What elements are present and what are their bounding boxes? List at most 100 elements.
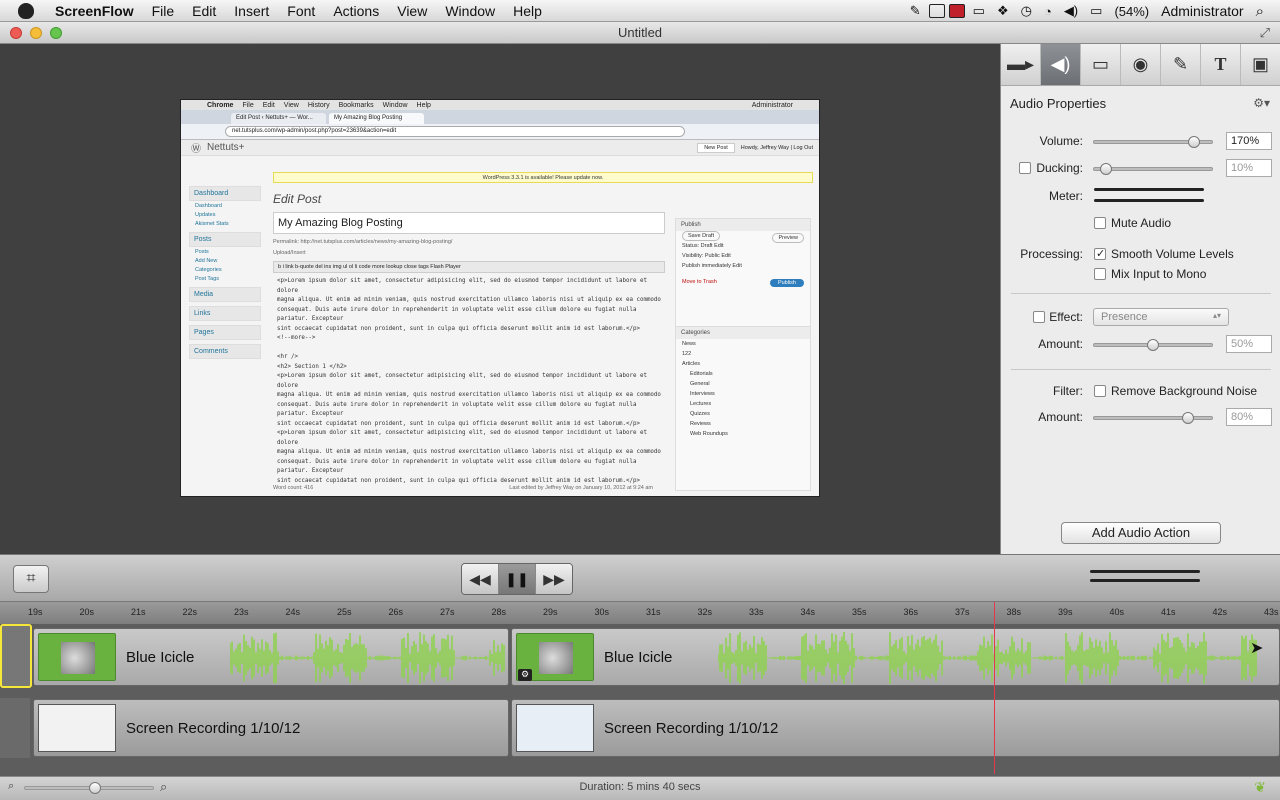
volume-slider[interactable] <box>1093 136 1213 148</box>
audio-waveform <box>230 632 505 684</box>
crop-button[interactable]: ⌗ <box>13 565 49 593</box>
menu-help[interactable]: Help <box>504 3 551 19</box>
remove-noise-checkbox[interactable] <box>1094 385 1106 397</box>
clip-action-icon[interactable]: ⚙ <box>518 669 532 681</box>
volume-field[interactable]: 170% <box>1226 132 1272 150</box>
media-icon: ▣ <box>1251 54 1269 74</box>
video-clip-name: Screen Recording 1/10/12 <box>126 720 301 737</box>
ruler-tick-label: 21s <box>131 607 146 617</box>
square-icon[interactable] <box>928 4 945 18</box>
menu-file[interactable]: File <box>143 3 184 19</box>
menu-edit[interactable]: Edit <box>183 3 225 19</box>
recorded-menu-view: View <box>283 101 299 109</box>
user-name[interactable]: Administrator <box>1157 3 1247 19</box>
menu-bar: ScreenFlow File Edit Insert Font Actions… <box>0 0 1280 22</box>
ruler-tick-label: 31s <box>646 607 661 617</box>
recorded-preview: Preview <box>772 233 804 243</box>
callout-tab[interactable]: ◉ <box>1121 44 1161 85</box>
inspector-panel: ▬▸ ◀) ▭ ◉ ✎ T ▣ Audio Properties ⚙▾ Volu… <box>1000 44 1280 554</box>
mix-mono-checkbox[interactable] <box>1094 268 1106 280</box>
media-library-tab[interactable]: ▣ <box>1241 44 1280 85</box>
audio-waveform <box>718 632 1257 684</box>
preview-canvas[interactable]: Chrome File Edit View History Bookmarks … <box>0 44 1000 554</box>
menu-actions[interactable]: Actions <box>324 3 388 19</box>
fast-forward-button[interactable]: ▶▶ <box>536 564 572 594</box>
camera-icon[interactable]: ▭ <box>969 3 989 19</box>
screen-recording-preview[interactable]: Chrome File Edit View History Bookmarks … <box>180 99 820 497</box>
filter-amount-knob[interactable] <box>1182 412 1195 424</box>
screen-recording-tab[interactable]: ▭ <box>1081 44 1121 85</box>
filter-amount-field[interactable]: 80% <box>1226 408 1272 426</box>
pen-icon[interactable]: ✎ <box>906 3 925 19</box>
record-icon[interactable] <box>948 4 965 18</box>
mute-audio-label: Mute Audio <box>1111 216 1172 230</box>
ducking-slider-knob[interactable] <box>1099 163 1112 175</box>
speaker-icon <box>61 642 95 674</box>
track-selection-handle[interactable] <box>0 624 32 688</box>
ducking-field[interactable]: 10% <box>1226 159 1272 177</box>
effect-amount-slider[interactable] <box>1093 339 1213 351</box>
playhead[interactable] <box>994 602 995 774</box>
text-tab[interactable]: T <box>1201 44 1241 85</box>
spotlight-search-icon[interactable]: ⌕ <box>1252 3 1268 20</box>
dropbox-icon[interactable]: ❖ <box>993 3 1013 19</box>
gear-icon[interactable]: ⚙▾ <box>1253 96 1270 110</box>
annotation-tab[interactable]: ✎ <box>1161 44 1201 85</box>
battery-icon[interactable]: ▭ <box>1086 3 1106 19</box>
filter-amount-slider[interactable] <box>1093 412 1213 424</box>
rewind-button[interactable]: ◀◀ <box>462 564 499 594</box>
add-audio-action-button[interactable]: Add Audio Action <box>1061 522 1221 544</box>
audio-properties-tab[interactable]: ◀) <box>1041 44 1081 85</box>
clock-icon[interactable]: ◷ <box>1017 3 1036 19</box>
volume-label: Volume: <box>1039 134 1083 148</box>
zoom-window-button[interactable] <box>50 27 62 39</box>
effect-amount-field[interactable]: 50% <box>1226 335 1272 353</box>
timeline-ruler[interactable]: 19s 20s 21s 22s 23s 24s 25s 26s 27s 28s 29s 30s 31s 3… <box>0 602 1280 624</box>
recorded-menu-bookmarks: Bookmarks <box>338 101 374 109</box>
timeline-tracks[interactable]: Blue Icicle ⚙ Blue Icicle Screen Recordi… <box>0 624 1280 776</box>
fullscreen-icon[interactable]: ⤢ <box>1260 22 1270 44</box>
recorded-app-name: Chrome <box>207 101 234 109</box>
apple-icon[interactable] <box>18 2 34 19</box>
menu-font[interactable]: Font <box>278 3 324 19</box>
pause-button[interactable]: ❚❚ <box>499 564 536 594</box>
volume-slider-knob[interactable] <box>1188 136 1201 148</box>
video-clip[interactable]: Screen Recording 1/10/12 <box>511 699 1280 757</box>
recorded-page-heading: Edit Post <box>273 192 322 206</box>
effect-dropdown[interactable]: Presence ▴▾ <box>1093 308 1229 326</box>
wordpress-logo-icon: Ⓦ <box>191 144 201 155</box>
mute-audio-checkbox[interactable] <box>1094 217 1106 229</box>
menu-app-name[interactable]: ScreenFlow <box>46 3 143 19</box>
effect-amount-knob[interactable] <box>1147 339 1159 351</box>
recorded-category: Articles <box>682 361 701 367</box>
track-header[interactable] <box>0 698 30 758</box>
recorded-categories-title: Categories <box>676 327 810 339</box>
ducking-slider[interactable] <box>1093 163 1213 175</box>
recorded-category: Reviews <box>690 421 711 427</box>
recorded-sidebar-item: Add New <box>195 257 218 264</box>
audio-clip[interactable]: ⚙ Blue Icicle <box>511 628 1280 686</box>
wifi-icon[interactable]: ◔ <box>1040 4 1056 19</box>
recorded-url: net.tutsplus.com/wp-admin/post.php?post=… <box>225 126 685 137</box>
menu-insert[interactable]: Insert <box>225 3 278 19</box>
recorded-editor: Edit Post My Amazing Blog Posting Permal… <box>273 192 665 490</box>
minimize-window-button[interactable] <box>30 27 42 39</box>
video-clip[interactable]: Screen Recording 1/10/12 <box>33 699 509 757</box>
video-properties-tab[interactable]: ▬▸ <box>1001 44 1041 85</box>
smooth-volume-checkbox[interactable] <box>1094 247 1106 260</box>
processing-label: Processing: <box>1020 247 1083 261</box>
volume-icon[interactable]: ◀) <box>1060 3 1082 19</box>
dropdown-arrows-icon: ▴▾ <box>1212 311 1221 320</box>
divider <box>1011 369 1271 370</box>
recorded-sidebar-item: Akismet Stats <box>195 220 229 227</box>
audio-clip[interactable]: Blue Icicle <box>33 628 509 686</box>
audio-clip-thumbnail <box>38 633 116 681</box>
menu-window[interactable]: Window <box>436 3 504 19</box>
ruler-tick-label: 43s <box>1264 607 1279 617</box>
recorded-tabs: Edit Post ‹ Nettuts+ — Wor... My Amazing… <box>181 110 819 124</box>
inspector-title: Audio Properties <box>1010 96 1107 111</box>
menu-view[interactable]: View <box>388 3 436 19</box>
close-window-button[interactable] <box>10 27 22 39</box>
recorded-menubar: Chrome File Edit View History Bookmarks … <box>181 100 819 110</box>
mouse-cursor-icon: ➤ <box>1250 640 1264 657</box>
